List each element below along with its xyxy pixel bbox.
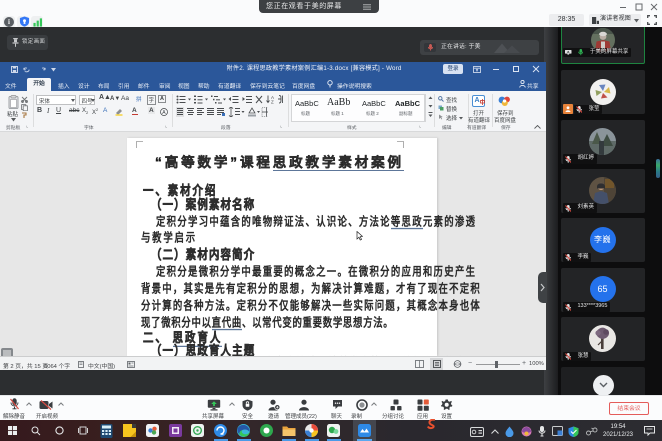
- svg-text:Z: Z: [271, 100, 274, 105]
